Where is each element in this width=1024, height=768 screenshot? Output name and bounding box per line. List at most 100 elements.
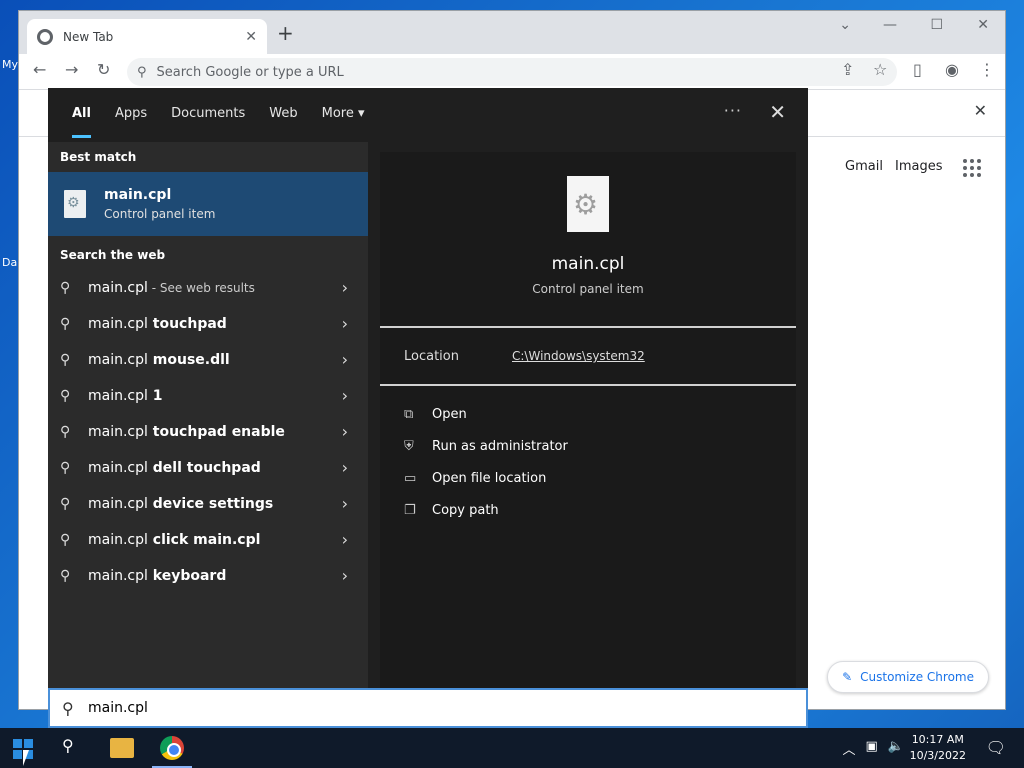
chevron-up-icon[interactable]: ︿ <box>843 739 856 758</box>
web-result-item[interactable]: ⚲ main.cpl keyboard › <box>48 558 368 594</box>
search-box: ⚲ <box>48 688 808 728</box>
minimize-icon[interactable]: — <box>883 17 897 33</box>
chevron-right-icon[interactable]: › <box>342 566 348 585</box>
window-close-icon[interactable]: ✕ <box>977 17 989 33</box>
tab-all[interactable]: All <box>60 88 103 138</box>
best-match-type: Control panel item <box>104 207 216 221</box>
network-icon[interactable]: ▣ <box>866 739 878 758</box>
web-result-item[interactable]: ⚲ main.cpl touchpad enable › <box>48 414 368 450</box>
query-suggestion: keyboard <box>147 568 227 584</box>
web-result-item[interactable]: ⚲ main.cpl - See web results › <box>48 270 368 306</box>
reload-icon[interactable]: ↻ <box>97 60 110 79</box>
search-web-header: Search the web <box>60 248 166 262</box>
web-result-item[interactable]: ⚲ main.cpl device settings › <box>48 486 368 522</box>
web-result-item[interactable]: ⚲ main.cpl click main.cpl › <box>48 522 368 558</box>
gmail-link[interactable]: Gmail <box>845 159 883 174</box>
control-panel-file-icon <box>567 176 609 232</box>
web-result-item[interactable]: ⚲ main.cpl touchpad › <box>48 306 368 342</box>
location-row: Location C:\Windows\system32 <box>380 328 796 386</box>
tab-search-chevron-icon[interactable]: ⌄ <box>839 17 851 33</box>
chevron-right-icon[interactable]: › <box>342 278 348 297</box>
customize-chrome-button[interactable]: ✎ Customize Chrome <box>827 661 989 693</box>
chrome-menu-icon[interactable]: ⋮ <box>979 60 995 79</box>
search-icon: ⚲ <box>62 698 74 718</box>
action-open[interactable]: ⧉ Open <box>380 398 796 430</box>
customize-chrome-label: Customize Chrome <box>860 670 974 684</box>
search-filter-tabs: All Apps Documents Web More ▾ <box>48 88 808 138</box>
search-icon: ⚲ <box>60 460 71 476</box>
control-panel-file-icon <box>64 190 86 218</box>
profile-avatar-icon[interactable]: ◉ <box>945 60 959 79</box>
search-icon: ⚲ <box>60 352 71 368</box>
web-result-item[interactable]: ⚲ main.cpl 1 › <box>48 378 368 414</box>
tab-apps[interactable]: Apps <box>103 88 159 138</box>
tab-more[interactable]: More ▾ <box>310 88 377 138</box>
search-icon: ⚲ <box>60 532 71 548</box>
volume-icon[interactable]: 🔈 <box>888 739 904 758</box>
action-label: Open <box>432 406 467 422</box>
query-suggestion: click main.cpl <box>147 532 261 548</box>
more-options-icon[interactable]: ··· <box>724 101 742 120</box>
notification-icon[interactable]: 🗨 <box>986 738 1006 757</box>
forward-icon[interactable]: → <box>65 60 78 79</box>
web-result-item[interactable]: ⚲ main.cpl mouse.dll › <box>48 342 368 378</box>
action-label: Copy path <box>432 502 499 518</box>
query-hint: - See web results <box>147 281 255 295</box>
chevron-right-icon[interactable]: › <box>342 494 348 513</box>
back-icon[interactable]: ← <box>33 60 46 79</box>
new-tab-button[interactable]: + <box>277 21 294 45</box>
clock-date: 10/3/2022 <box>909 749 966 762</box>
maximize-icon[interactable]: ☐ <box>930 17 943 33</box>
tab-documents[interactable]: Documents <box>159 88 257 138</box>
query-suggestion: mouse.dll <box>147 352 230 368</box>
chevron-right-icon[interactable]: › <box>342 422 348 441</box>
action-open-file-location[interactable]: ▭ Open file location <box>380 462 796 494</box>
open-icon: ⧉ <box>404 406 414 422</box>
tab-web[interactable]: Web <box>257 88 309 138</box>
tab-close-icon[interactable]: ✕ <box>245 29 257 45</box>
query-suggestion: dell touchpad <box>147 460 261 476</box>
query-base: main.cpl <box>88 316 148 332</box>
side-panel-icon[interactable]: ▯ <box>913 60 922 79</box>
search-icon: ⚲ <box>60 388 71 404</box>
chevron-right-icon[interactable]: › <box>342 530 348 549</box>
search-icon[interactable]: ⚲ <box>62 736 86 760</box>
tab-new-tab[interactable]: New Tab ✕ <box>27 19 267 54</box>
best-match-item[interactable]: main.cpl Control panel item <box>48 172 368 236</box>
web-result-item[interactable]: ⚲ main.cpl dell touchpad › <box>48 450 368 486</box>
clock-time: 10:17 AM <box>911 733 964 746</box>
desktop-icon-label[interactable]: My <box>2 58 18 71</box>
omnibox[interactable]: ⚲ Search Google or type a URL <box>127 58 897 86</box>
file-explorer-icon[interactable] <box>110 738 134 758</box>
query-suggestion: device settings <box>147 496 274 512</box>
google-apps-icon[interactable] <box>963 159 981 177</box>
query-base: main.cpl <box>88 496 148 512</box>
action-run-as-admin[interactable]: ⛨ Run as administrator <box>380 430 796 462</box>
search-input[interactable] <box>88 700 688 716</box>
chevron-right-icon[interactable]: › <box>342 386 348 405</box>
desktop-icon-label[interactable]: Da <box>2 256 17 269</box>
search-icon: ⚲ <box>60 316 71 332</box>
pencil-icon: ✎ <box>842 670 853 684</box>
action-label: Open file location <box>432 470 547 486</box>
close-search-icon[interactable]: ✕ <box>769 100 786 124</box>
chevron-right-icon[interactable]: › <box>342 314 348 333</box>
tab-strip: New Tab ✕ + ⌄ — ☐ ✕ <box>19 11 1005 54</box>
system-tray: ︿ ▣ 🔈 <box>843 739 905 758</box>
search-icon: ⚲ <box>60 424 71 440</box>
chevron-right-icon[interactable]: › <box>342 350 348 369</box>
location-link[interactable]: C:\Windows\system32 <box>512 349 645 363</box>
chrome-favicon-icon <box>37 28 53 45</box>
shield-icon: ⛨ <box>404 438 414 454</box>
bookmark-star-icon[interactable]: ☆ <box>873 60 887 79</box>
chevron-right-icon[interactable]: › <box>342 458 348 477</box>
folder-icon: ▭ <box>404 470 417 486</box>
best-match-name: main.cpl <box>104 187 172 203</box>
share-icon[interactable]: ⇪ <box>841 60 854 79</box>
info-bar-close-icon[interactable]: ✕ <box>974 101 987 120</box>
action-copy-path[interactable]: ❐ Copy path <box>380 494 796 526</box>
chrome-icon[interactable] <box>160 736 184 760</box>
clock[interactable]: 10:17 AM 10/3/2022 <box>910 732 966 764</box>
images-link[interactable]: Images <box>895 159 943 174</box>
search-icon: ⚲ <box>60 280 71 296</box>
